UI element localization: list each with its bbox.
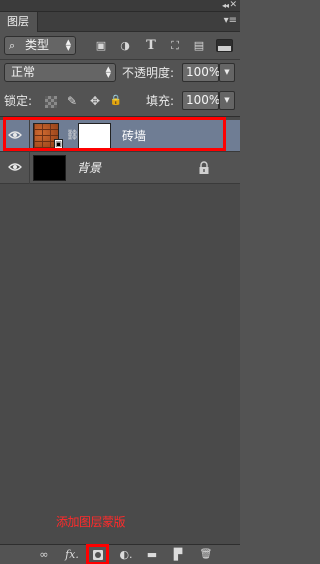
spinner-arrows-icon: ▲ ▼ [65, 38, 71, 52]
lock-position-icon[interactable]: ✥ [88, 94, 102, 108]
layer-row[interactable]: 背景 [0, 152, 240, 184]
panel-tab-bar: 图层 ▾≡ [0, 12, 240, 32]
adjustment-filter-icon[interactable]: ◑ [118, 39, 132, 53]
shape-filter-icon[interactable]: ⛶ [168, 39, 182, 53]
lock-row: 锁定: ✎ ✥ 🔒 填充: 100% ▼ [0, 88, 240, 114]
layer-name[interactable]: 砖墙 [122, 128, 146, 144]
mask-dot [95, 552, 101, 558]
adjustment-layer-icon[interactable]: ◐. [118, 548, 134, 562]
blend-row: 正常 ▲ ▼ 不透明度: 100% ▼ [0, 60, 240, 86]
opacity-label: 不透明度: [122, 66, 175, 80]
trash-icon[interactable]: 🗑 [198, 548, 214, 562]
padlock-icon [199, 161, 209, 174]
lock-all-icon[interactable]: 🔒 [109, 94, 123, 108]
lock-label: 锁定: [4, 94, 33, 108]
smart-object-filter-icon[interactable]: ▤ [192, 39, 206, 53]
image-filter-icon[interactable]: ▣ [94, 39, 108, 53]
layer-name[interactable]: 背景 [77, 160, 101, 176]
spinner-arrows-icon: ▲ ▼ [105, 65, 111, 79]
lock-transparency-icon[interactable] [45, 96, 57, 108]
layer-row[interactable]: ▣ ⛓ 砖墙 [0, 120, 240, 152]
filter-kind-label: 类型 [25, 38, 50, 52]
type-filter-icon[interactable]: T [144, 39, 158, 53]
filter-toggle-switch[interactable] [216, 39, 233, 52]
collapse-panel-icon[interactable]: ◂◂ [222, 1, 229, 10]
close-panel-icon[interactable]: ✕ [229, 0, 237, 10]
toggle-knob [218, 46, 231, 51]
lock-pixels-icon[interactable]: ✎ [65, 94, 79, 108]
fx-icon[interactable]: fx. [64, 548, 80, 562]
folder-icon[interactable]: ▬ [144, 548, 160, 562]
eye-icon [8, 131, 22, 139]
layers-list: ▣ ⛓ 砖墙 背景 [0, 116, 240, 544]
chain-link-icon[interactable]: ⛓ [66, 129, 79, 143]
fill-label: 填充: [146, 94, 175, 108]
opacity-dropdown-button[interactable]: ▼ [219, 63, 235, 82]
layers-bottom-bar: ∞ fx. ◐. ▬ ▛ 🗑 [0, 544, 240, 564]
add-layer-mask-button[interactable] [86, 544, 109, 564]
layer-mask-thumbnail[interactable] [78, 123, 111, 149]
filter-kind-select[interactable]: ⌕ 类型 ▲ ▼ [4, 36, 76, 55]
layer-mask-icon [93, 550, 103, 560]
blend-mode-select[interactable]: 正常 ▲ ▼ [4, 63, 116, 82]
layer-thumbnail[interactable] [33, 155, 66, 181]
link-layers-icon[interactable]: ∞ [36, 548, 52, 562]
new-layer-icon[interactable]: ▛ [170, 548, 186, 562]
panel-menu-icon[interactable]: ▾≡ [221, 14, 237, 28]
search-icon: ⌕ [9, 39, 16, 52]
blend-mode-value: 正常 [11, 65, 36, 79]
smart-object-icon: ▣ [54, 139, 63, 149]
fill-dropdown-button[interactable]: ▼ [219, 91, 235, 110]
visibility-toggle[interactable] [0, 152, 30, 184]
visibility-toggle[interactable] [0, 120, 30, 152]
tab-layers[interactable]: 图层 [0, 12, 38, 32]
eye-icon [8, 163, 22, 171]
layer-filter-row: ⌕ 类型 ▲ ▼ ▣ ◑ T ⛶ ▤ [0, 32, 240, 58]
fill-input[interactable]: 100% [182, 91, 220, 110]
layers-panel: ◂◂ ✕ 图层 ▾≡ ⌕ 类型 ▲ ▼ ▣ ◑ T ⛶ ▤ 正常 ▲ ▼ 不透明度:… [0, 0, 240, 564]
opacity-input[interactable]: 100% [182, 63, 220, 82]
annotation-label: 添加图层蒙版 [56, 515, 126, 529]
panel-top-strip: ◂◂ ✕ [0, 0, 240, 12]
